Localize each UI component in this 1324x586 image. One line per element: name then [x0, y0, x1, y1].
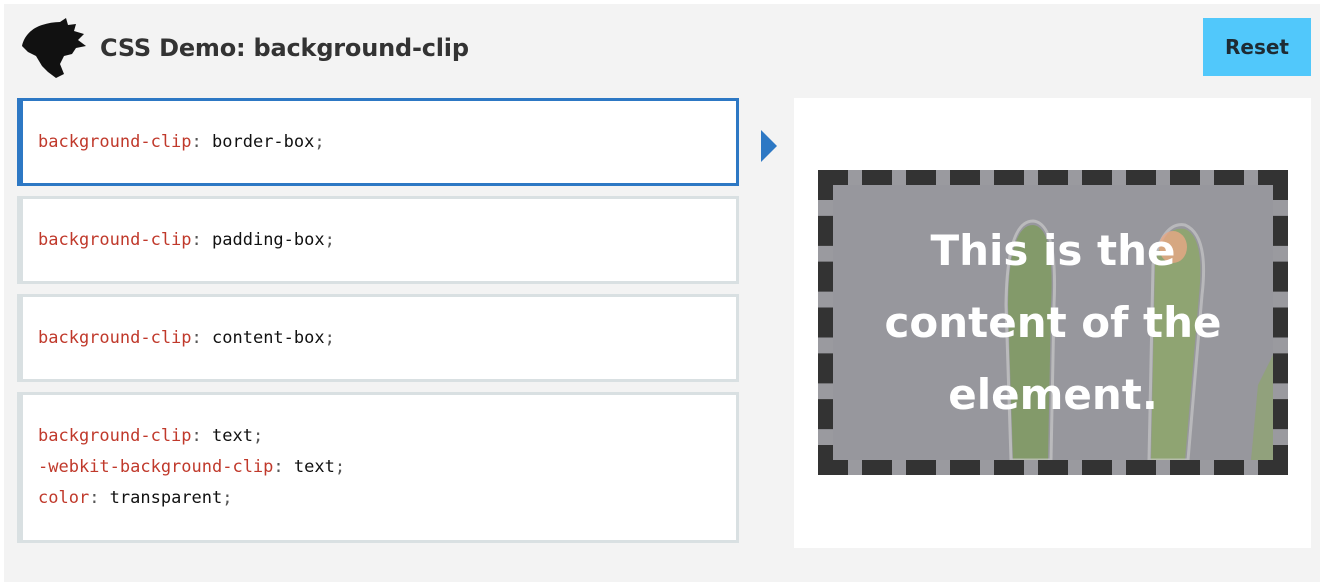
code-line: background-clip: border-box; [38, 131, 325, 152]
reset-button[interactable]: Reset [1203, 18, 1311, 76]
code-line: -webkit-background-clip: text; [38, 457, 346, 477]
page-title: CSS Demo: background-clip [100, 34, 469, 62]
choice-content-box[interactable]: background-clip: content-box; [17, 294, 739, 382]
demo-frame: CSS Demo: background-clip Reset backgrou… [4, 4, 1320, 582]
code-line: background-clip: text; [38, 426, 264, 446]
example-text: This is the content of the element. [884, 225, 1222, 419]
choice-border-box[interactable]: background-clip: border-box; [17, 98, 739, 186]
code-line: background-clip: padding-box; [38, 229, 335, 250]
code-line: background-clip: content-box; [38, 327, 335, 348]
choice-padding-box[interactable]: background-clip: padding-box; [17, 196, 739, 284]
active-choice-arrow-icon [761, 130, 777, 162]
choice-text[interactable]: background-clip: text; -webkit-backgroun… [17, 392, 739, 543]
code-line: color: transparent; [38, 488, 233, 508]
example-element: This is the content of the element. [818, 170, 1288, 475]
dinosaur-logo-icon [22, 18, 86, 78]
output-panel: This is the content of the element. [794, 98, 1311, 548]
